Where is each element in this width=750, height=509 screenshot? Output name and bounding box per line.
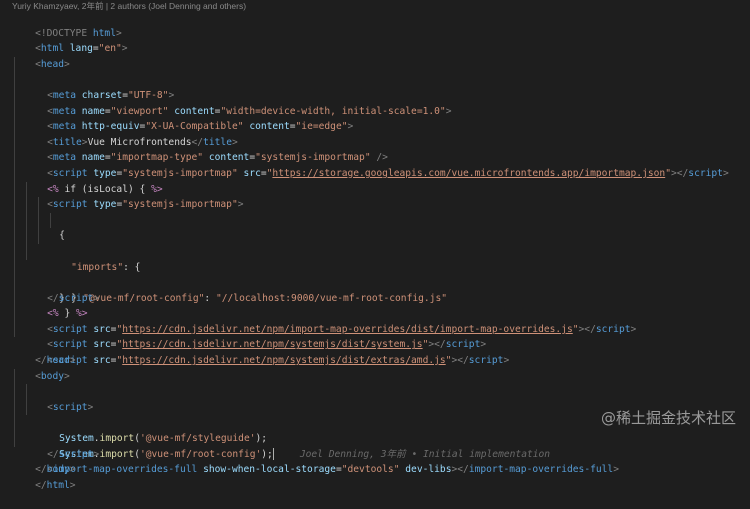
code-line-4: <meta charset="UTF-8"> — [0, 56, 750, 101]
indent-guide — [38, 228, 39, 244]
code-line-30: </html> — [0, 462, 750, 491]
indent-guide — [14, 134, 15, 151]
tok: > — [69, 479, 76, 491]
code-line-1: <!DOCTYPE html> — [0, 10, 750, 39]
indent-guide — [26, 212, 27, 229]
indent-guide — [14, 181, 15, 198]
code-line-17: </script> — [0, 259, 750, 304]
indent-guide — [14, 56, 15, 73]
code-line-20: <script src="https://cdn.jsdelivr.net/np… — [0, 306, 750, 350]
code-line-28: <import-map-overrides-full show-when-loc… — [0, 431, 750, 475]
indent-guide — [14, 228, 15, 244]
indent-guide — [14, 72, 15, 88]
indent-guide — [14, 399, 15, 416]
indent-guide — [14, 321, 15, 338]
code-line-13: "imports": { — [0, 197, 750, 273]
code-line-5: <meta name="viewport" content="width=dev… — [0, 72, 750, 117]
code-line-22: </head> — [0, 337, 750, 366]
code-line-21: <script src="https://cdn.jsdelivr.net/np… — [0, 321, 750, 366]
code-line-9: <script type="systemjs-importmap" src="h… — [0, 134, 750, 179]
code-line-19: <script src="https://cdn.jsdelivr.net/np… — [0, 290, 750, 335]
indent-guide — [14, 259, 15, 276]
indent-guide — [50, 212, 51, 229]
indent-guide — [26, 197, 27, 213]
indent-guide — [14, 212, 15, 229]
watermark: @稀土掘金技术社区 — [600, 409, 736, 427]
code-line-15: } — [0, 228, 750, 304]
indent-guide — [26, 181, 27, 198]
code-line-10: <% if (isLocal) { %> — [0, 150, 750, 195]
indent-guide — [14, 197, 15, 213]
indent-guide — [14, 150, 15, 166]
code-line-2: <html lang="en"> — [0, 26, 750, 54]
code-line-16: } — [0, 243, 750, 304]
indent-guide — [26, 243, 27, 260]
indent-guide — [14, 415, 15, 432]
indent-guide — [14, 103, 15, 120]
code-line-29: </body> — [0, 447, 750, 475]
code-line-14: "@vue-mf/root-config": "//localhost:9000… — [0, 212, 750, 304]
indent-guide — [14, 431, 15, 447]
indent-guide — [14, 275, 15, 291]
code-line-7: <title>Vue Microfrontends</title> — [0, 103, 750, 148]
code-line-11: <script type="systemjs-importmap"> — [0, 165, 750, 210]
code-line-23: <body> — [0, 353, 750, 382]
code-line-8: <meta name="importmap-type" content="sys… — [0, 119, 750, 163]
indent-guide — [14, 243, 15, 260]
indent-guide — [14, 119, 15, 135]
indent-guide — [14, 165, 15, 182]
indent-guide — [14, 87, 15, 104]
tok: </ — [35, 479, 47, 491]
indent-guide — [14, 368, 15, 385]
indent-guide — [38, 197, 39, 213]
indent-guide — [26, 399, 27, 416]
code-line-12: { — [0, 181, 750, 241]
indent-guide — [14, 384, 15, 400]
code-line-18: <% } %> — [0, 275, 750, 319]
code-line-3: <head> — [0, 41, 750, 70]
code-line-24: <script> — [0, 368, 750, 413]
tok: html — [46, 479, 70, 491]
indent-guide — [38, 212, 39, 229]
indent-guide — [14, 290, 15, 307]
code-line-25: System.import('@vue-mf/styleguide'); — [0, 384, 750, 444]
code-line-6: <meta http-equiv="X-UA-Compatible" conte… — [0, 87, 750, 132]
indent-guide — [26, 384, 27, 400]
indent-guide — [26, 228, 27, 244]
indent-guide — [14, 306, 15, 322]
